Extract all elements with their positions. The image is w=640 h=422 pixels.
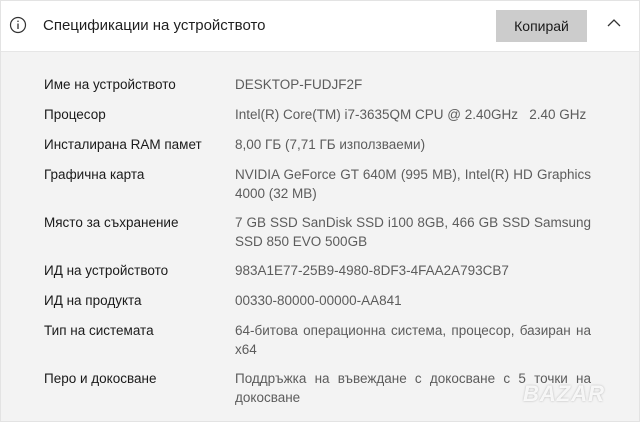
- spec-label: Място за съхранение: [44, 215, 179, 230]
- copy-button[interactable]: Копирай: [496, 10, 587, 42]
- spec-row-storage: Място за съхранение 7 GB SSD SanDisk SSD…: [44, 213, 604, 261]
- spec-label: Тип на системата: [44, 323, 154, 338]
- spec-label: Перо и докосване: [44, 371, 157, 386]
- spec-value: 7 GB SSD SanDisk SSD i100 8GB, 466 GB SS…: [235, 215, 591, 249]
- spec-row-product-id: ИД на продукта 00330-80000-00000-AA841: [44, 291, 604, 321]
- spec-row-pen-touch: Перо и докосване Поддръжка на въвеждане …: [44, 369, 604, 409]
- spec-row-processor: Процесор Intel(R) Core(TM) i7-3635QM CPU…: [44, 105, 604, 135]
- spec-label: ИД на устройството: [44, 263, 169, 278]
- watermark-logo: BAZAR: [523, 381, 605, 406]
- info-icon: [9, 16, 27, 34]
- specs-list: Име на устройството DESKTOP-FUDJF2F Проц…: [44, 75, 604, 409]
- spec-row-ram: Инсталирана RAM памет 8,00 ГБ (7,71 ГБ и…: [44, 135, 604, 165]
- section-title: Спецификации на устройството: [43, 17, 266, 34]
- spec-row-device-id: ИД на устройството 983A1E77-25B9-4980-8D…: [44, 261, 604, 291]
- spec-label: Инсталирана RAM памет: [44, 137, 202, 152]
- spec-row-system-type: Тип на системата 64-битова операционна с…: [44, 321, 604, 369]
- spec-row-graphics: Графична карта NVIDIA GeForce GT 640M (9…: [44, 165, 604, 213]
- spec-value: 64-битова операционна система, процесор,…: [235, 323, 591, 357]
- section-header[interactable]: Спецификации на устройството Копирай: [1, 1, 639, 52]
- spec-value: DESKTOP-FUDJF2F: [235, 77, 363, 92]
- spec-label: Име на устройството: [44, 77, 176, 92]
- spec-value: Intel(R) Core(TM) i7-3635QM CPU @ 2.40GH…: [235, 107, 587, 122]
- spec-value: 983A1E77-25B9-4980-8DF3-4FAA2A793CB7: [235, 263, 509, 278]
- spec-label: Процесор: [44, 107, 106, 122]
- device-specifications-panel: Спецификации на устройството Копирай Име…: [0, 0, 640, 422]
- spec-label: Графична карта: [44, 167, 145, 182]
- spec-value: 00330-80000-00000-AA841: [235, 293, 402, 308]
- spec-value: NVIDIA GeForce GT 640M (995 MB), Intel(R…: [235, 167, 591, 201]
- chevron-up-icon[interactable]: [606, 17, 622, 29]
- spec-row-device-name: Име на устройството DESKTOP-FUDJF2F: [44, 75, 604, 105]
- spec-label: ИД на продукта: [44, 293, 142, 308]
- spec-value: 8,00 ГБ (7,71 ГБ използваеми): [235, 137, 426, 152]
